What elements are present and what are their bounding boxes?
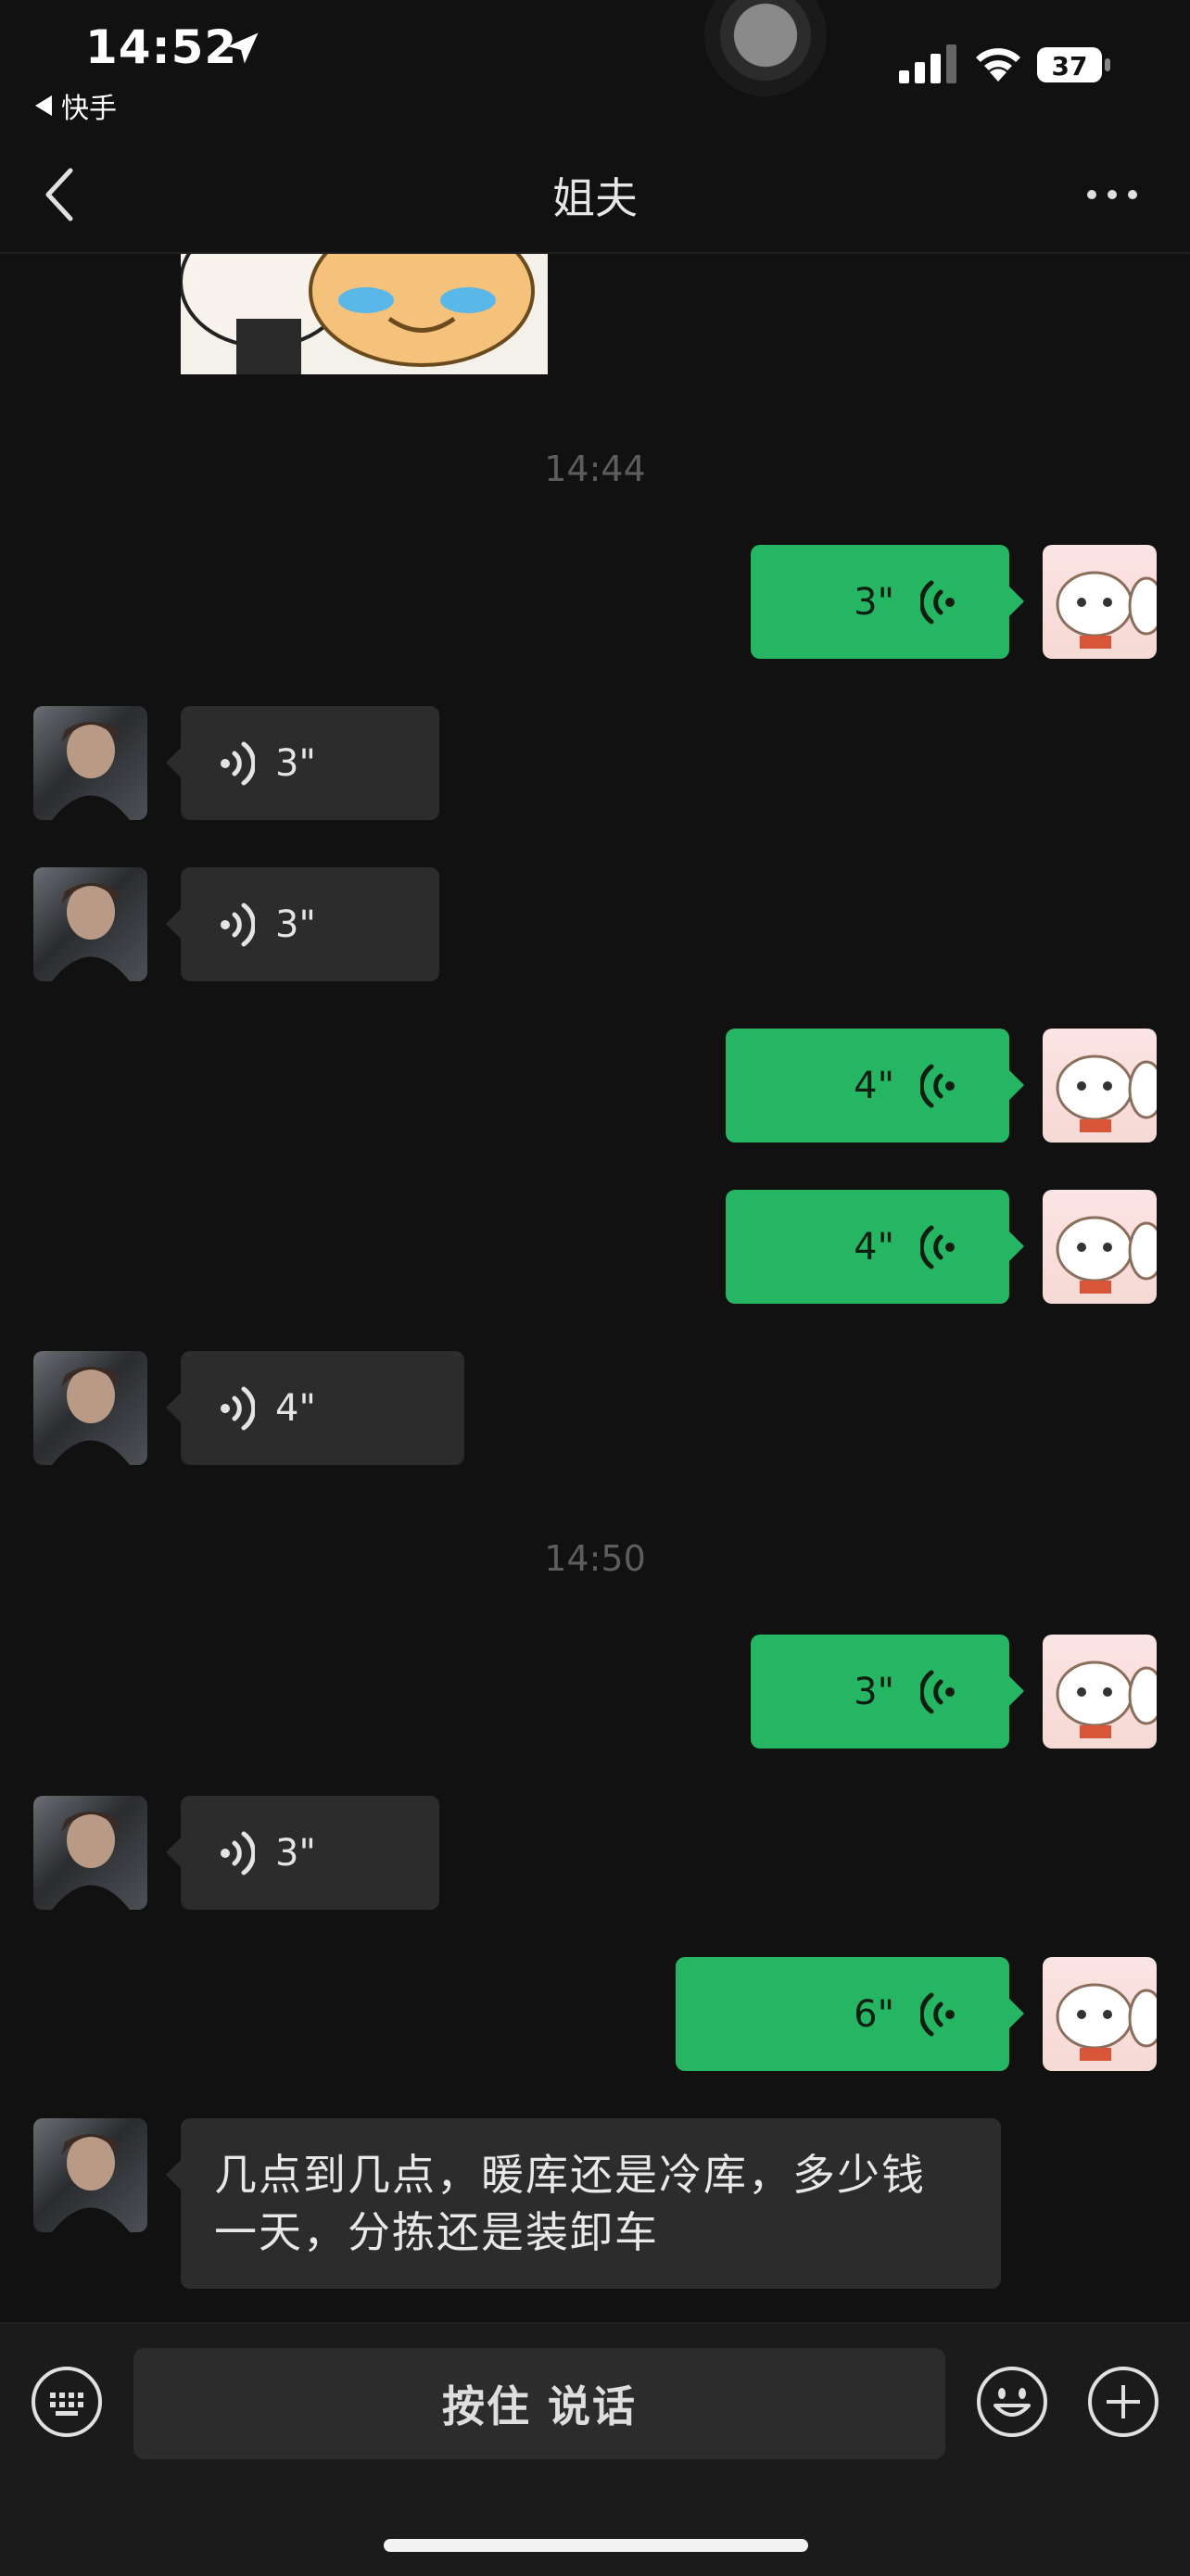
voice-wave-icon xyxy=(221,1831,255,1875)
emoji-icon[interactable] xyxy=(975,2365,1049,2439)
contact-avatar[interactable] xyxy=(33,1351,147,1465)
status-bar: 14:52 快手 37 xyxy=(0,0,1190,139)
voice-duration: 3" xyxy=(854,580,894,624)
timestamp: 14:50 xyxy=(544,1538,646,1579)
more-options-icon[interactable] xyxy=(1084,185,1140,204)
hold-to-talk-button[interactable]: 按住 说话 xyxy=(133,2348,945,2459)
cellular-signal-icon xyxy=(899,44,956,83)
nav-bar: 姐夫 xyxy=(0,139,1190,254)
sticker-message[interactable] xyxy=(181,254,548,374)
back-to-app-link[interactable]: 快手 xyxy=(35,85,117,126)
contact-avatar[interactable] xyxy=(33,1796,147,1910)
wifi-icon xyxy=(976,48,1020,82)
battery-icon: 37 xyxy=(1037,47,1110,82)
back-app-label: 快手 xyxy=(61,93,117,125)
voice-message-received[interactable]: 3" xyxy=(166,1796,439,1910)
voice-duration: 3" xyxy=(275,1831,316,1875)
contact-avatar[interactable] xyxy=(33,2118,147,2232)
voice-wave-icon xyxy=(221,741,255,785)
crying-dog-sticker-image xyxy=(181,254,548,374)
timestamp: 14:44 xyxy=(544,448,646,489)
my-avatar[interactable] xyxy=(1043,1635,1157,1749)
chat-title: 姐夫 xyxy=(552,173,638,223)
back-triangle-icon xyxy=(35,95,52,116)
voice-duration: 4" xyxy=(854,1064,894,1107)
voice-wave-icon xyxy=(920,1670,955,1713)
contact-avatar[interactable] xyxy=(33,706,147,820)
home-indicator[interactable] xyxy=(384,2539,808,2552)
voice-wave-icon xyxy=(221,1386,255,1430)
voice-message-received[interactable]: 3" xyxy=(166,706,439,820)
my-avatar[interactable] xyxy=(1043,1957,1157,2071)
plus-icon[interactable] xyxy=(1086,2365,1160,2439)
voice-wave-icon xyxy=(221,903,255,946)
voice-message-received[interactable]: 3" xyxy=(166,867,439,981)
my-avatar[interactable] xyxy=(1043,545,1157,659)
voice-wave-icon xyxy=(920,580,955,624)
battery-level: 37 xyxy=(1052,51,1088,82)
voice-wave-icon xyxy=(920,1992,955,2036)
input-bar: 按住 说话 xyxy=(0,2322,1190,2576)
voice-duration: 3" xyxy=(275,741,316,785)
status-time: 14:52 xyxy=(85,20,238,74)
contact-avatar[interactable] xyxy=(33,867,147,981)
voice-message-received[interactable]: 4" xyxy=(166,1351,464,1465)
my-avatar[interactable] xyxy=(1043,1029,1157,1143)
voice-duration: 3" xyxy=(275,903,316,946)
voice-wave-icon xyxy=(920,1064,955,1107)
keyboard-toggle-icon[interactable] xyxy=(30,2365,104,2439)
voice-duration: 6" xyxy=(854,1992,894,2036)
voice-message-sent[interactable]: 4" xyxy=(726,1190,1024,1304)
text-message-received[interactable]: 几点到几点，暖库还是冷库，多少钱一天，分拣还是装卸车 xyxy=(166,2118,1001,2289)
voice-duration: 4" xyxy=(275,1386,316,1430)
voice-duration: 3" xyxy=(854,1670,894,1713)
voice-message-sent[interactable]: 3" xyxy=(751,1635,1024,1749)
voice-message-sent[interactable]: 3" xyxy=(751,545,1024,659)
camera-cutout xyxy=(704,0,827,96)
my-avatar[interactable] xyxy=(1043,1190,1157,1304)
voice-message-sent[interactable]: 6" xyxy=(676,1957,1024,2071)
voice-duration: 4" xyxy=(854,1225,894,1269)
location-arrow-icon xyxy=(227,32,259,64)
voice-message-sent[interactable]: 4" xyxy=(726,1029,1024,1143)
voice-wave-icon xyxy=(920,1225,955,1269)
